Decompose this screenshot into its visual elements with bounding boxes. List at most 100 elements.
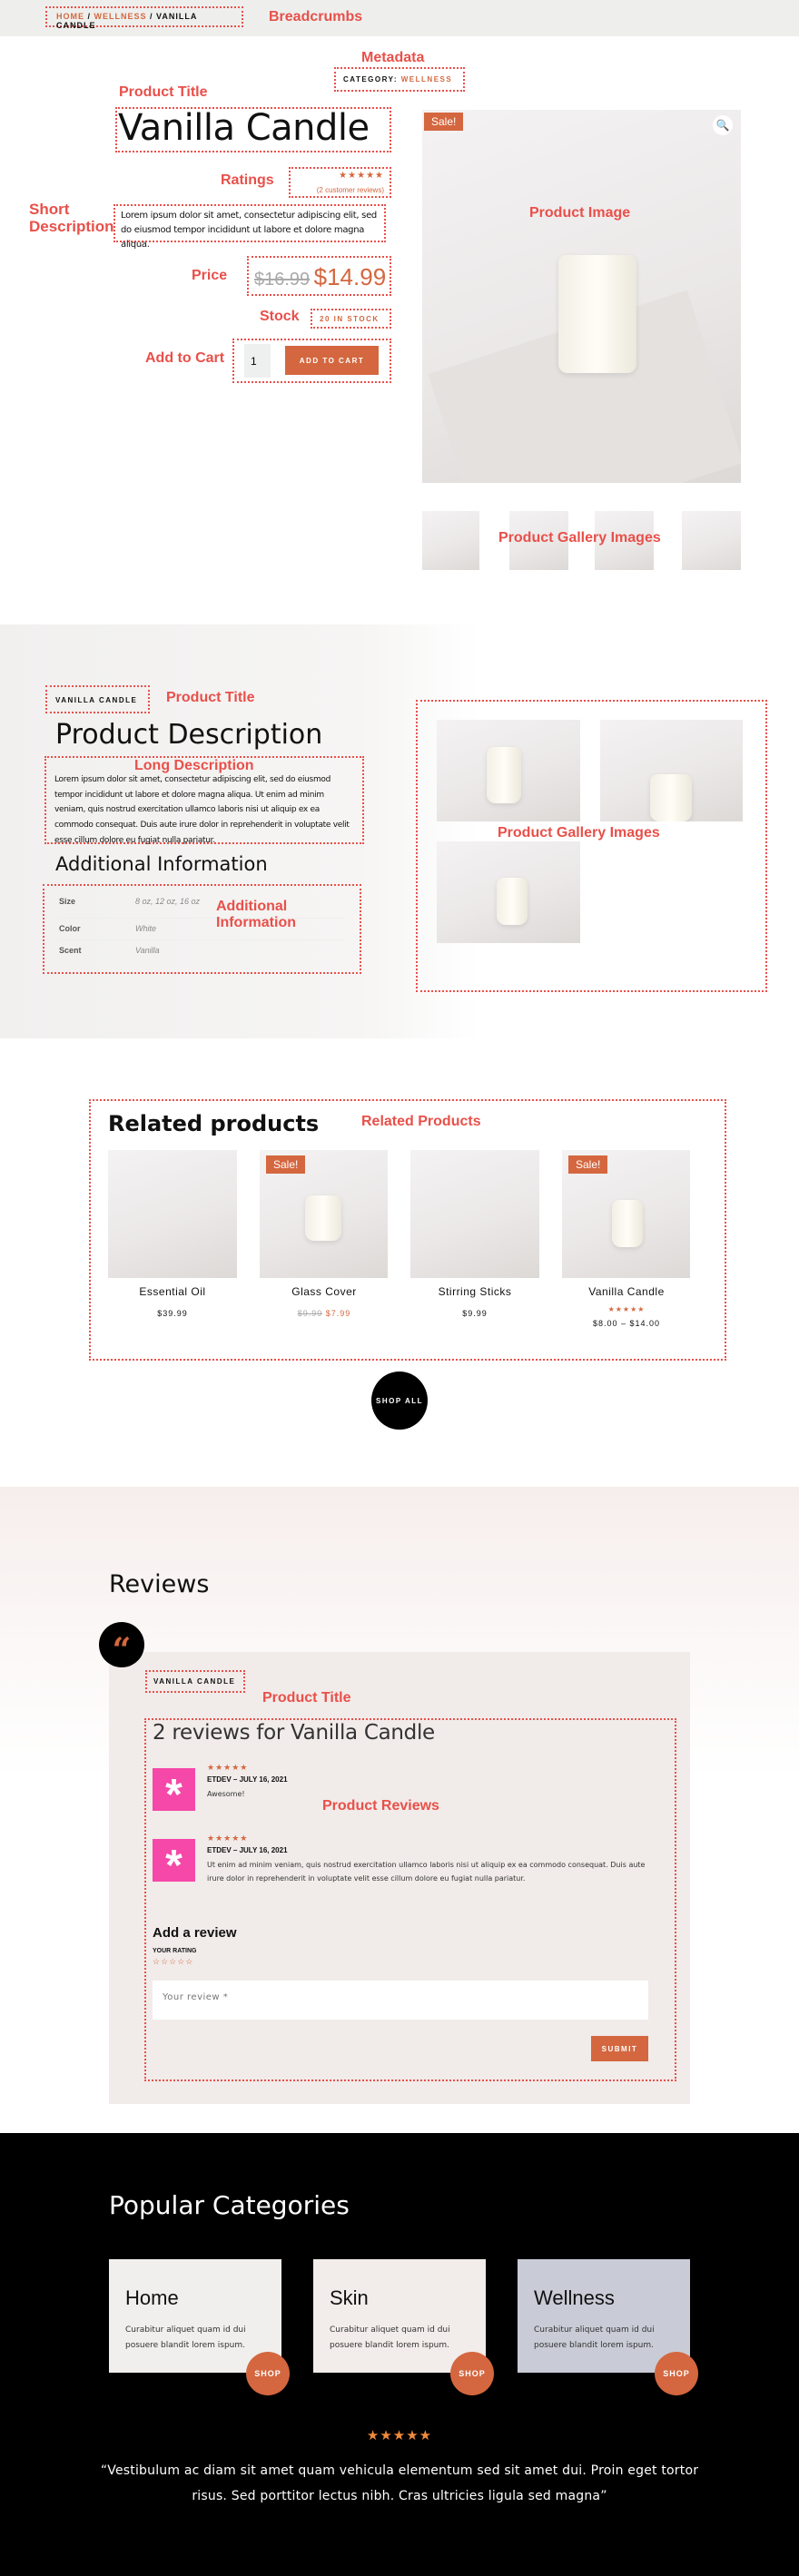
gallery-image[interactable] bbox=[437, 720, 580, 821]
old-price: $16.99 bbox=[254, 270, 311, 290]
reviews-title-tag: Vanilla Candle bbox=[145, 1670, 245, 1693]
sale-price: $7.99 bbox=[325, 1309, 351, 1318]
breadcrumb: Home / Wellness / Vanilla Candle bbox=[45, 6, 243, 30]
shop-home-button[interactable]: Shop bbox=[246, 2352, 290, 2395]
product-price: $16.99 $14.99 bbox=[247, 256, 391, 296]
product-card[interactable]: Essential Oil $39.99 bbox=[108, 1285, 237, 1318]
product-card-image[interactable] bbox=[108, 1150, 237, 1278]
category-text: Curabitur aliquet quam id dui posuere bl… bbox=[534, 2325, 655, 2351]
gallery-image[interactable] bbox=[437, 841, 580, 943]
breadcrumb-sep: / bbox=[84, 12, 94, 21]
category-text: Curabitur aliquet quam id dui posuere bl… bbox=[125, 2325, 246, 2351]
annotation-ratings: Ratings bbox=[221, 172, 274, 188]
product-card[interactable]: Vanilla Candle ★★★★★ $8.00 – $14.00 bbox=[562, 1285, 691, 1328]
long-description-text: Lorem ipsum dolor sit amet, consectetur … bbox=[54, 775, 350, 845]
annotation-long-description: Long Description bbox=[134, 758, 254, 773]
review-date: July 16, 2021 bbox=[239, 1775, 288, 1784]
annotation-short-description: Short Description bbox=[29, 201, 114, 235]
gallery-thumbnail[interactable] bbox=[422, 511, 479, 570]
testimonial-quote: “Vestibulum ac diam sit amet quam vehicu… bbox=[100, 2463, 699, 2503]
description-title-tag: Vanilla Candle bbox=[45, 685, 150, 713]
shop-all-button[interactable]: Shop All bbox=[371, 1372, 428, 1430]
breadcrumb-wellness[interactable]: Wellness bbox=[94, 12, 147, 21]
categories-heading: Popular Categories bbox=[109, 2190, 350, 2220]
product-metadata: Category: Wellness bbox=[334, 67, 465, 92]
product-card[interactable]: Glass Cover $9.99 $7.99 bbox=[260, 1285, 389, 1318]
add-to-cart-button[interactable]: Add to cart bbox=[285, 346, 379, 375]
shop-wellness-button[interactable]: Shop bbox=[655, 2352, 698, 2395]
attribute-name: Size bbox=[59, 897, 76, 906]
customer-reviews-link[interactable]: (2 customer reviews) bbox=[317, 186, 384, 194]
shop-skin-button[interactable]: Shop bbox=[450, 2352, 494, 2395]
gallery-image[interactable] bbox=[600, 720, 743, 821]
annotation-additional-info: Additional Information bbox=[216, 899, 296, 930]
attribute-name: Scent bbox=[59, 946, 82, 955]
annotation-product-title: Product Title bbox=[262, 1690, 351, 1706]
review-text: Ut enim ad minim veniam, quis nostrud ex… bbox=[207, 1861, 646, 1883]
additional-info-heading: Additional Information bbox=[55, 853, 268, 875]
review-author: ETDEV bbox=[207, 1846, 232, 1854]
sale-badge: Sale! bbox=[568, 1155, 608, 1174]
annotation-breadcrumbs: Breadcrumbs bbox=[269, 9, 363, 25]
product-price: $8.00 – $14.00 bbox=[592, 1319, 661, 1328]
product-rating: ★★★★★ (2 customer reviews) bbox=[289, 167, 391, 198]
category-text: Curabitur aliquet quam id dui posuere bl… bbox=[330, 2325, 450, 2351]
product-title: Vanilla Candle bbox=[118, 107, 370, 149]
reviewer-avatar: * bbox=[153, 1839, 195, 1890]
rating-stars: ★★★★★ bbox=[339, 171, 384, 181]
sale-badge: Sale! bbox=[424, 113, 464, 131]
product-card-image[interactable] bbox=[410, 1150, 539, 1278]
review-text: Awesome! bbox=[207, 1790, 245, 1798]
short-description: Lorem ipsum dolor sit amet, consectetur … bbox=[113, 204, 386, 250]
stock-status: 20 in stock bbox=[311, 309, 391, 329]
annotation-stock: Stock bbox=[260, 309, 300, 324]
annotation-product-image: Product Image bbox=[529, 205, 631, 221]
quote-icon: “ bbox=[99, 1622, 144, 1669]
additional-info-table: Size 8 oz, 12 oz, 16 oz Color White Scent V… bbox=[43, 884, 361, 974]
zoom-magnifier-icon[interactable]: 🔍 bbox=[713, 115, 733, 135]
review-stars: ★★★★★ bbox=[207, 1834, 249, 1843]
product-name: Essential Oil bbox=[139, 1285, 206, 1298]
annotation-gallery: Product Gallery Images bbox=[498, 825, 660, 841]
old-price: $9.99 bbox=[297, 1309, 323, 1318]
category-label: Category: bbox=[343, 75, 399, 84]
product-image[interactable] bbox=[422, 110, 741, 483]
product-name: Stirring Sticks bbox=[438, 1285, 512, 1298]
submit-review-button[interactable]: Submit bbox=[591, 2036, 648, 2061]
category-name: Home bbox=[125, 2286, 179, 2309]
product-price: $39.99 bbox=[157, 1309, 188, 1318]
attribute-row: Scent Vanilla bbox=[59, 940, 345, 962]
sale-badge: Sale! bbox=[266, 1155, 306, 1174]
product-name: Vanilla Candle bbox=[588, 1285, 665, 1298]
attribute-value: Vanilla bbox=[135, 946, 160, 955]
annotation-gallery: Product Gallery Images bbox=[498, 530, 661, 546]
breadcrumb-home[interactable]: Home bbox=[56, 12, 84, 21]
related-heading: Related products bbox=[108, 1111, 320, 1136]
annotation-add-to-cart: Add to Cart bbox=[145, 350, 225, 366]
reviewer-avatar: * bbox=[153, 1768, 195, 1819]
rating-stars: ★★★★★ bbox=[607, 1305, 646, 1313]
description-heading: Product Description bbox=[55, 719, 323, 751]
add-review-heading: Add a review bbox=[153, 1925, 237, 1941]
product-price: $9.99 bbox=[462, 1309, 488, 1318]
quantity-input[interactable] bbox=[244, 344, 271, 378]
product-card[interactable]: Stirring Sticks $9.99 bbox=[410, 1285, 539, 1318]
candle-jar bbox=[558, 255, 636, 373]
annotation-price: Price bbox=[192, 268, 228, 283]
annotation-product-title: Product Title bbox=[119, 84, 208, 100]
category-link[interactable]: Wellness bbox=[401, 75, 452, 84]
rating-star-picker[interactable]: ☆☆☆☆☆ bbox=[153, 1957, 193, 1967]
reviews-heading: Reviews bbox=[109, 1570, 210, 1598]
annotation-related: Related Products bbox=[361, 1114, 481, 1129]
annotation-product-title: Product Title bbox=[166, 690, 255, 705]
sale-price: $14.99 bbox=[313, 263, 387, 290]
rating-label: Your rating bbox=[153, 1948, 197, 1954]
attribute-value: White bbox=[135, 924, 157, 933]
product-name: Glass Cover bbox=[291, 1285, 357, 1298]
category-name: Skin bbox=[330, 2286, 369, 2309]
review-author: ETDEV bbox=[207, 1775, 232, 1784]
gallery-thumbnail[interactable] bbox=[682, 511, 741, 570]
review-textarea[interactable] bbox=[153, 1981, 648, 2020]
testimonial-stars: ★★★★★ bbox=[366, 2428, 433, 2443]
attribute-name: Color bbox=[59, 924, 81, 933]
